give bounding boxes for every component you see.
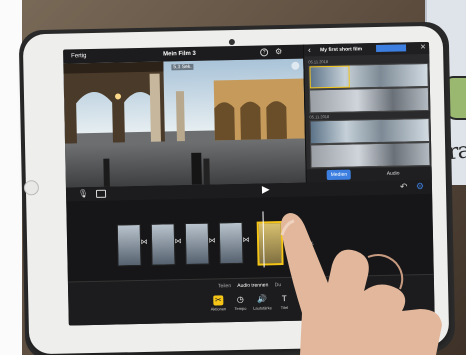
close-icon[interactable]: ✕ xyxy=(420,43,426,51)
album-title: My first short film xyxy=(320,46,363,54)
knuckle-line xyxy=(367,254,404,290)
selected-thumbnail[interactable] xyxy=(309,65,350,89)
home-button[interactable] xyxy=(23,180,40,196)
subtab-split[interactable]: Teilen xyxy=(218,283,231,289)
thumbnail-row[interactable] xyxy=(310,141,431,169)
help-icon[interactable]: ? xyxy=(260,48,269,57)
timeline-clip[interactable] xyxy=(116,224,142,267)
tool-speed[interactable]: ◷ Tempo xyxy=(230,295,250,311)
transition-icon[interactable]: ⋈ xyxy=(242,236,250,246)
timeline-clip[interactable] xyxy=(150,223,176,266)
timeline-clip[interactable] xyxy=(184,222,210,266)
arcade-building xyxy=(63,61,305,144)
undo-icon[interactable]: ↶ xyxy=(400,181,408,192)
hand-shape xyxy=(281,213,442,355)
project-settings-icon[interactable]: ⚙ xyxy=(416,181,424,192)
thumbnail-row[interactable] xyxy=(308,86,430,114)
tab-audio[interactable]: Audio xyxy=(387,171,400,177)
thumbnail-row[interactable] xyxy=(308,62,429,90)
arcade-ceiling xyxy=(63,61,164,74)
transition-icon[interactable]: ⋈ xyxy=(174,237,182,247)
date-label: 05.11.2018 xyxy=(309,114,330,120)
tool-actions[interactable]: ✂ Aktionen xyxy=(208,295,228,312)
filter-toolbar[interactable] xyxy=(375,44,407,53)
facade-arches xyxy=(214,101,287,141)
video-preview[interactable]: 5,3 Sek. xyxy=(63,58,306,188)
tool-label: Aktionen xyxy=(210,306,227,312)
transition-icon[interactable]: ⋈ xyxy=(140,238,148,248)
stone-column-2 xyxy=(175,91,186,144)
scissors-icon: ✂ xyxy=(213,295,224,306)
photo-scene: Era Fertig Mein Film 3 ? ⚙ xyxy=(0,0,466,355)
timeline-clip[interactable] xyxy=(218,221,244,265)
date-label: 05.11.2018 xyxy=(308,59,329,65)
media-browser: ‹ My first short film ✕ 05.11.2018 05.11… xyxy=(302,41,433,183)
back-icon[interactable]: ‹ xyxy=(308,45,311,54)
camera-icon[interactable] xyxy=(95,189,107,198)
tab-media[interactable]: Medien xyxy=(326,169,352,181)
microphone-icon[interactable]: 🎙 xyxy=(78,189,88,198)
settings-icon[interactable]: ⚙ xyxy=(275,47,282,56)
front-camera xyxy=(228,38,235,46)
people xyxy=(103,152,210,187)
thumbnail-row[interactable] xyxy=(309,117,431,145)
project-title: Mein Film 3 xyxy=(163,50,196,58)
stone-column xyxy=(149,73,162,144)
media-browser-header: ‹ My first short film ✕ xyxy=(303,41,431,57)
clip-timecode: 5,3 Sek. xyxy=(171,63,194,71)
tool-label: Tempo xyxy=(234,305,247,312)
play-button[interactable]: ▶ xyxy=(262,184,270,195)
done-button[interactable]: Fertig xyxy=(71,53,86,59)
hand xyxy=(280,213,442,355)
speed-icon: ◷ xyxy=(236,294,244,305)
transition-icon[interactable]: ⋈ xyxy=(208,236,216,246)
